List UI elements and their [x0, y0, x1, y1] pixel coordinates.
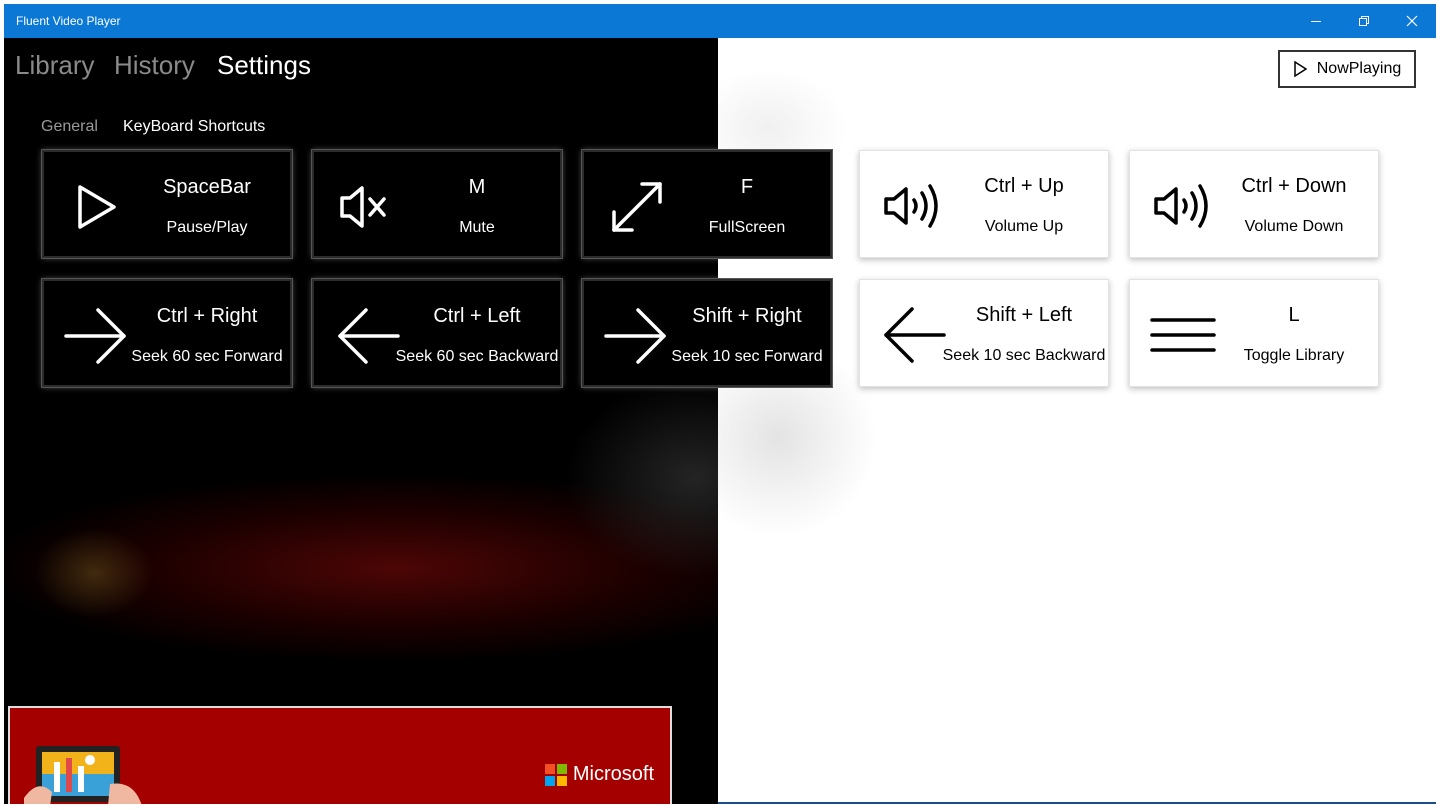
shortcut-key: SpaceBar: [163, 176, 251, 198]
shortcut-key: Shift + Left: [975, 304, 1073, 326]
mute-icon: [332, 172, 402, 242]
shortcut-action: FullScreen: [708, 219, 786, 236]
play-icon: [62, 172, 132, 242]
shortcut-action: Toggle Library: [1243, 347, 1345, 364]
shortcut-action: Volume Down: [1244, 218, 1344, 235]
title-bar: Fluent Video Player: [4, 4, 1436, 38]
shortcut-key: M: [468, 176, 486, 198]
fullscreen-icon: [602, 172, 672, 242]
shortcut-key: Shift + Right: [692, 305, 802, 327]
shortcut-tile[interactable]: SpaceBar Pause/Play: [42, 150, 292, 258]
shortcut-action: Seek 60 sec Forward: [131, 348, 283, 365]
app-window: Fluent Video Player Library History Sett…: [4, 4, 1436, 804]
restore-icon: [1359, 16, 1369, 26]
arrow-left-icon: [332, 301, 402, 371]
hamburger-icon: [1148, 300, 1218, 370]
shortcut-tile[interactable]: Shift + Left Seek 10 sec Backward: [859, 279, 1109, 387]
shortcut-tile[interactable]: M Mute: [312, 150, 562, 258]
shortcut-key: F: [740, 176, 754, 198]
close-icon: [1406, 15, 1418, 27]
close-button[interactable]: [1388, 4, 1436, 38]
shortcut-tile[interactable]: F FullScreen: [582, 150, 832, 258]
shortcut-key: L: [1288, 304, 1300, 326]
volume-icon: [878, 171, 948, 241]
shortcut-key: Ctrl + Right: [156, 305, 258, 327]
shortcut-key: Ctrl + Up: [984, 175, 1064, 197]
arrow-right-icon: [62, 301, 132, 371]
shortcut-action: Mute: [459, 219, 495, 236]
shortcut-tile[interactable]: Ctrl + Up Volume Up: [859, 150, 1109, 258]
shortcut-key: Ctrl + Left: [433, 305, 521, 327]
shortcut-tile[interactable]: L Toggle Library: [1129, 279, 1379, 387]
minimize-icon: [1311, 21, 1321, 22]
arrow-left-icon: [878, 300, 948, 370]
shortcut-tile[interactable]: Ctrl + Down Volume Down: [1129, 150, 1379, 258]
restore-button[interactable]: [1340, 4, 1388, 38]
arrow-right-icon: [602, 301, 672, 371]
shortcut-action: Seek 10 sec Forward: [671, 348, 823, 365]
shortcut-tile[interactable]: Ctrl + Right Seek 60 sec Forward: [42, 279, 292, 387]
content-area: Library History Settings General KeyBoar…: [4, 38, 1436, 804]
shortcut-grid: SpaceBar Pause/Play M Mute F FullScreen Ctrl +…: [4, 38, 1436, 804]
volume-icon: [1148, 171, 1218, 241]
shortcut-action: Volume Up: [984, 218, 1064, 235]
minimize-button[interactable]: [1292, 4, 1340, 38]
shortcut-tile[interactable]: Shift + Right Seek 10 sec Forward: [582, 279, 832, 387]
shortcut-tile[interactable]: Ctrl + Left Seek 60 sec Backward: [312, 279, 562, 387]
shortcut-action: Seek 10 sec Backward: [942, 347, 1106, 364]
shortcut-action: Pause/Play: [166, 219, 248, 236]
shortcut-key: Ctrl + Down: [1241, 175, 1347, 197]
shortcut-action: Seek 60 sec Backward: [395, 348, 559, 365]
app-title: Fluent Video Player: [16, 14, 121, 28]
